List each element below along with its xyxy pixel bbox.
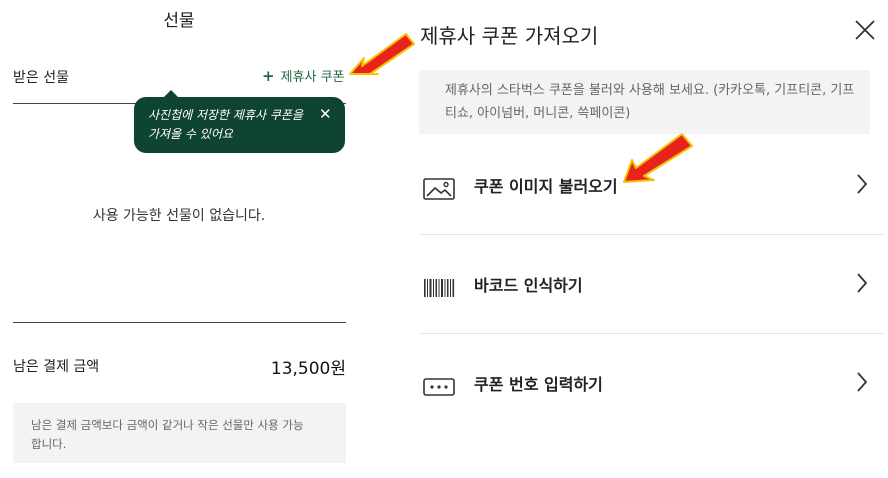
dialog-title: 제휴사 쿠폰 가져오기 bbox=[420, 24, 599, 48]
remaining-amount-value: 13,500원 bbox=[270, 359, 346, 379]
plus-icon: + bbox=[262, 67, 275, 85]
divider bbox=[419, 234, 885, 235]
menu-item-scan-barcode[interactable]: 바코드 인식하기 bbox=[419, 254, 885, 314]
menu-item-label: 쿠폰 번호 입력하기 bbox=[474, 375, 603, 394]
image-icon bbox=[423, 178, 455, 200]
menu-item-label: 바코드 인식하기 bbox=[474, 276, 583, 295]
tooltip: 사진첩에 저장한 제휴사 쿠폰을 가져올 수 있어요 ✕ bbox=[134, 97, 345, 153]
partner-coupon-button[interactable]: + 제휴사 쿠폰 bbox=[262, 66, 345, 85]
divider bbox=[13, 322, 346, 323]
annotation-arrow-icon bbox=[349, 33, 415, 75]
empty-gifts-message: 사용 가능한 선물이 없습니다. bbox=[92, 208, 266, 224]
notice-box: 남은 결제 금액보다 금액이 같거나 작은 선물만 사용 가능합니다. bbox=[13, 403, 346, 463]
chevron-right-icon bbox=[857, 174, 868, 194]
received-gifts-label: 받은 선물 bbox=[13, 70, 69, 86]
menu-item-label: 쿠폰 이미지 불러오기 bbox=[474, 177, 618, 196]
keypad-icon bbox=[423, 378, 455, 396]
partner-coupon-label: 제휴사 쿠폰 bbox=[280, 70, 345, 85]
close-icon[interactable]: ✕ bbox=[319, 105, 332, 123]
divider bbox=[419, 333, 885, 334]
chevron-right-icon bbox=[857, 372, 868, 392]
remaining-amount-label: 남은 결제 금액 bbox=[13, 359, 100, 375]
chevron-right-icon bbox=[857, 273, 868, 293]
annotation-arrow-icon bbox=[623, 133, 693, 183]
info-box: 제휴사의 스타벅스 쿠폰을 불러와 사용해 보세요. (카카오톡, 기프티콘, … bbox=[419, 70, 870, 134]
notice-text: 남은 결제 금액보다 금액이 같거나 작은 선물만 사용 가능합니다. bbox=[31, 418, 304, 451]
barcode-icon bbox=[424, 279, 455, 297]
menu-item-enter-coupon-number[interactable]: 쿠폰 번호 입력하기 bbox=[419, 353, 885, 413]
page-title: 선물 bbox=[163, 11, 195, 31]
close-icon[interactable] bbox=[853, 18, 877, 42]
info-text: 제휴사의 스타벅스 쿠폰을 불러와 사용해 보세요. (카카오톡, 기프티콘, … bbox=[445, 83, 855, 121]
tooltip-text: 사진첩에 저장한 제휴사 쿠폰을 가져올 수 있어요 bbox=[148, 108, 303, 141]
